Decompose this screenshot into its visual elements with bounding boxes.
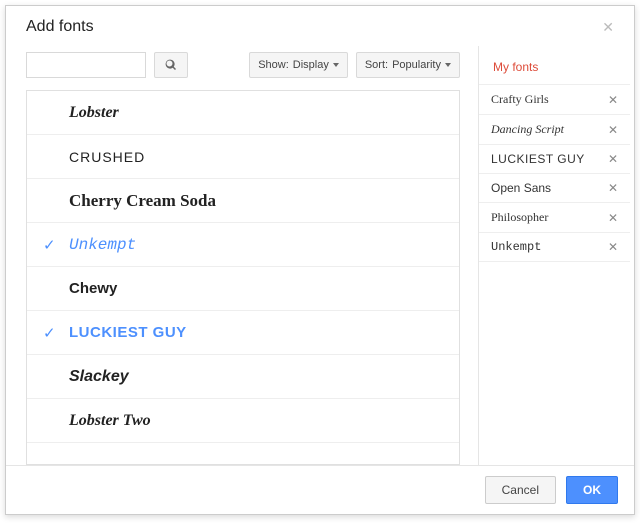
font-list[interactable]: ✓Lobster✓Crushed✓Cherry Cream Soda✓Unkem… — [27, 91, 459, 464]
font-name-label: Crushed — [69, 149, 145, 165]
my-font-row[interactable]: Crafty Girls ✕ — [479, 85, 630, 115]
my-font-row[interactable]: Unkempt ✕ — [479, 233, 630, 262]
my-fonts-title: My fonts — [479, 56, 630, 84]
my-font-row[interactable]: Luckiest Guy ✕ — [479, 145, 630, 174]
checkmark-icon: ✓ — [43, 236, 57, 254]
font-row[interactable]: ✓Cherry Cream Soda — [27, 179, 459, 223]
my-font-row[interactable]: Philosopher ✕ — [479, 203, 630, 233]
remove-font-icon[interactable]: ✕ — [608, 240, 618, 254]
font-name-label: Lobster Two — [69, 412, 151, 430]
font-name-label: Unkempt — [69, 236, 136, 254]
chevron-down-icon — [333, 63, 339, 67]
left-pane: Show: Display Sort: Popularity ✓Lobster✓… — [6, 46, 478, 465]
my-fonts-pane: My fonts Crafty Girls✕Dancing Script✕Luc… — [478, 46, 630, 465]
search-button[interactable] — [154, 52, 188, 78]
font-row[interactable]: ✓Slackey — [27, 355, 459, 399]
magnifier-icon — [165, 59, 177, 71]
my-font-name-label: Luckiest Guy — [491, 152, 585, 166]
show-prefix: Show: — [258, 59, 289, 71]
show-value: Display — [293, 59, 329, 71]
show-dropdown[interactable]: Show: Display — [249, 52, 348, 78]
font-name-label: Cherry Cream Soda — [69, 191, 216, 211]
add-fonts-dialog: Add fonts ✕ Show: Display Sort: Populari… — [5, 5, 635, 515]
my-font-name-label: Dancing Script — [491, 122, 564, 137]
my-fonts-list[interactable]: Crafty Girls✕Dancing Script✕Luckiest Guy… — [479, 84, 630, 465]
font-list-container: ✓Lobster✓Crushed✓Cherry Cream Soda✓Unkem… — [26, 90, 460, 465]
font-row[interactable]: ✓ Unkempt — [27, 223, 459, 267]
checkmark-icon: ✓ — [43, 324, 57, 342]
font-row[interactable]: ✓ Luckiest Guy — [27, 311, 459, 355]
dialog-title: Add fonts — [26, 18, 94, 36]
my-font-name-label: Philosopher — [491, 210, 548, 225]
sort-dropdown[interactable]: Sort: Popularity — [356, 52, 460, 78]
my-font-name-label: Open Sans — [491, 181, 551, 195]
dialog-header: Add fonts ✕ — [6, 6, 634, 46]
cancel-button[interactable]: Cancel — [485, 476, 556, 504]
remove-font-icon[interactable]: ✕ — [608, 152, 618, 166]
my-font-row[interactable]: Open Sans ✕ — [479, 174, 630, 203]
font-row[interactable]: ✓Crushed — [27, 135, 459, 179]
remove-font-icon[interactable]: ✕ — [608, 181, 618, 195]
dialog-body: Show: Display Sort: Popularity ✓Lobster✓… — [6, 46, 634, 465]
font-name-label: Chewy — [69, 280, 117, 297]
chevron-down-icon — [445, 63, 451, 67]
font-name-label: Luckiest Guy — [69, 324, 187, 341]
remove-font-icon[interactable]: ✕ — [608, 123, 618, 137]
my-font-name-label: Crafty Girls — [491, 92, 549, 107]
font-row[interactable]: ✓Lobster — [27, 91, 459, 135]
remove-font-icon[interactable]: ✕ — [608, 93, 618, 107]
font-row[interactable]: ✓Lobster Two — [27, 399, 459, 443]
font-name-label: Lobster — [69, 104, 119, 122]
toolbar: Show: Display Sort: Popularity — [26, 46, 460, 90]
sort-value: Popularity — [392, 59, 441, 71]
font-name-label: Slackey — [69, 368, 129, 386]
my-font-row[interactable]: Dancing Script ✕ — [479, 115, 630, 145]
font-row[interactable]: ✓Chewy — [27, 267, 459, 311]
close-icon[interactable]: ✕ — [602, 19, 614, 36]
search-input[interactable] — [26, 52, 146, 78]
my-font-name-label: Unkempt — [491, 240, 541, 254]
ok-button[interactable]: OK — [566, 476, 618, 504]
sort-prefix: Sort: — [365, 59, 388, 71]
remove-font-icon[interactable]: ✕ — [608, 211, 618, 225]
dialog-footer: Cancel OK — [6, 465, 634, 514]
